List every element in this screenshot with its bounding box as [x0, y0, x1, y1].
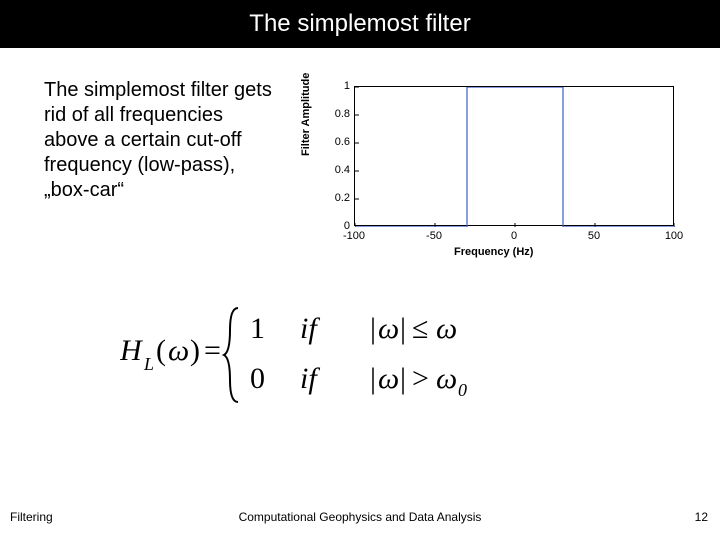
formula-svg: H L ( ω ) = 1 if | ω | ≤ ω 0 if | ω | > … — [120, 300, 620, 410]
svg-text:>: > — [412, 362, 429, 395]
svg-text:ω: ω — [378, 362, 399, 395]
svg-text:≤: ≤ — [412, 312, 428, 345]
svg-text:if: if — [300, 312, 320, 345]
formula: H L ( ω ) = 1 if | ω | ≤ ω 0 if | ω | > … — [120, 300, 620, 410]
boxcar-chart: Filter Amplitude Frequency (Hz) 1 0.8 0.… — [294, 78, 694, 268]
svg-text:H: H — [120, 334, 144, 367]
xtick-label: -100 — [334, 230, 374, 242]
footer-right: 12 — [695, 510, 708, 524]
ytick-label: 0.6 — [320, 136, 350, 148]
slide: The simplemost filter The simplemost fil… — [0, 0, 720, 540]
slide-title: The simplemost filter — [249, 10, 470, 38]
ytick-label: 1 — [320, 80, 350, 92]
body-row: The simplemost filter gets rid of all fr… — [0, 48, 720, 268]
svg-text:ω: ω — [378, 312, 399, 345]
chart-svg — [355, 87, 675, 227]
svg-text:|: | — [370, 362, 376, 395]
svg-text:0: 0 — [458, 380, 467, 400]
svg-text:L: L — [143, 354, 154, 374]
description-paragraph: The simplemost filter gets rid of all fr… — [44, 78, 274, 268]
svg-text:(: ( — [156, 334, 166, 367]
xtick-label: 50 — [574, 230, 614, 242]
svg-text:): ) — [190, 334, 200, 367]
svg-text:|: | — [400, 362, 406, 395]
svg-text:|: | — [400, 312, 406, 345]
xtick-label: 100 — [654, 230, 694, 242]
svg-text:|: | — [370, 312, 376, 345]
svg-text:if: if — [300, 362, 320, 395]
chart-axes — [354, 86, 674, 226]
svg-text:ω: ω — [436, 362, 457, 395]
title-bar: The simplemost filter — [0, 0, 720, 48]
footer-center: Computational Geophysics and Data Analys… — [0, 510, 720, 524]
chart-ylabel: Filter Amplitude — [300, 73, 312, 156]
chart-xlabel: Frequency (Hz) — [454, 246, 533, 258]
ytick-label: 0.4 — [320, 164, 350, 176]
svg-text:0: 0 — [250, 362, 265, 395]
svg-text:1: 1 — [250, 312, 265, 345]
ytick-label: 0.2 — [320, 192, 350, 204]
svg-text:=: = — [204, 334, 221, 367]
ytick-label: 0.8 — [320, 108, 350, 120]
xtick-label: -50 — [414, 230, 454, 242]
footer: Filtering Computational Geophysics and D… — [0, 510, 720, 530]
xtick-label: 0 — [494, 230, 534, 242]
svg-text:ω: ω — [436, 312, 457, 345]
chart-series — [355, 87, 675, 227]
svg-text:ω: ω — [168, 334, 189, 367]
